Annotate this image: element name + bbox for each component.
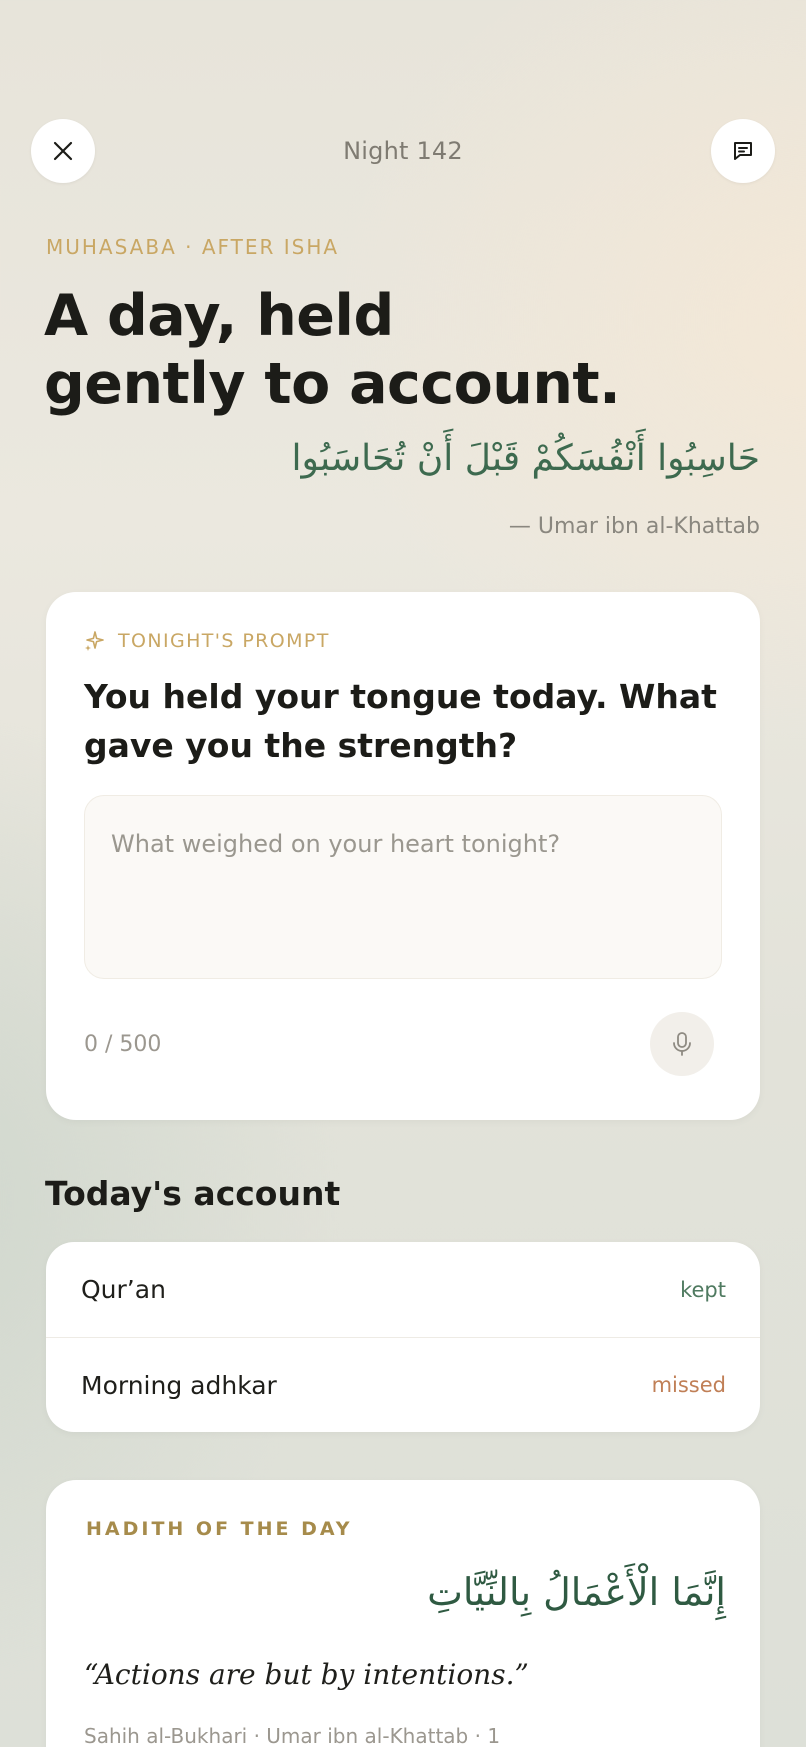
status-badge: kept xyxy=(680,1277,726,1302)
voice-input-button[interactable] xyxy=(650,1012,714,1076)
arabic-quote: حَاسِبُوا أَنْفُسَكُمْ قَبْلَ أَنْ تُحَا… xyxy=(291,438,760,479)
account-item-name: Morning adhkar xyxy=(81,1370,277,1400)
prompt-card: TONIGHT'S PROMPT You held your tongue to… xyxy=(46,592,760,1120)
page-title: A day, held gently to account. xyxy=(44,282,764,418)
hadith-source: Sahih al-Bukhari · Umar ibn al-Khattab ·… xyxy=(84,1724,501,1747)
journal-button[interactable] xyxy=(711,119,775,183)
reflection-input[interactable] xyxy=(84,795,722,979)
list-item[interactable]: Morning adhkar missed xyxy=(46,1337,760,1432)
microphone-icon xyxy=(673,1032,691,1056)
prompt-question: You held your tongue today. What gave yo… xyxy=(84,677,717,765)
section-title-account: Today's account xyxy=(45,1174,341,1213)
list-item[interactable]: Qur’an kept xyxy=(46,1242,760,1337)
top-bar: Night 142 xyxy=(31,119,775,185)
title-line-2: gently to account. xyxy=(44,351,621,417)
character-count: 0 / 500 xyxy=(84,1032,162,1057)
night-counter: Night 142 xyxy=(343,137,463,165)
prompt-label-row: TONIGHT'S PROMPT xyxy=(84,630,330,652)
title-line-1: A day, held xyxy=(44,283,394,349)
quote-attribution: — Umar ibn al-Khattab xyxy=(508,514,760,539)
prompt-label: TONIGHT'S PROMPT xyxy=(118,630,330,652)
message-square-icon xyxy=(734,142,752,160)
section-eyebrow: MUHASABA · AFTER ISHA xyxy=(46,235,340,259)
account-list: Qur’an kept Morning adhkar missed xyxy=(46,1242,760,1432)
account-item-name: Qur’an xyxy=(81,1275,166,1304)
hadith-label: HADITH OF THE DAY xyxy=(86,1518,353,1540)
hadith-arabic: إِنَّمَا الْأَعْمَالُ بِالنِّيَّاتِ xyxy=(427,1570,726,1614)
hadith-translation: “Actions are but by intentions.” xyxy=(84,1658,529,1691)
hadith-card: HADITH OF THE DAY إِنَّمَا الْأَعْمَالُ … xyxy=(46,1480,760,1747)
status-badge: missed xyxy=(651,1373,726,1397)
sparkle-icon xyxy=(85,631,104,651)
